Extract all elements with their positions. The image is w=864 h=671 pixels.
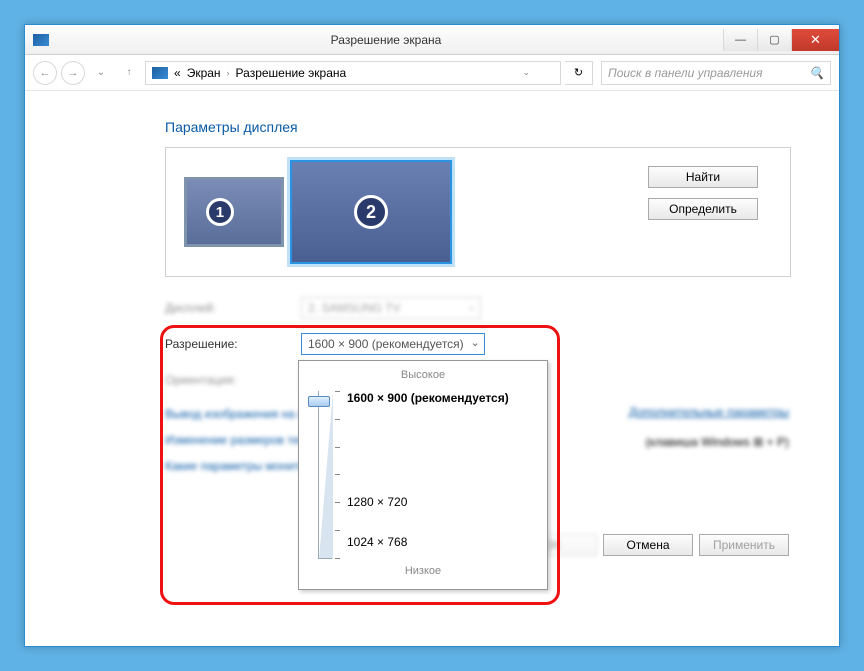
display-combo[interactable]: 2. SAMSUNG TV (301, 297, 481, 319)
maximize-button[interactable]: ▢ (757, 29, 791, 51)
resolution-option[interactable]: 1600 × 900 (рекомендуется) (347, 391, 509, 405)
apply-button[interactable]: Применить (699, 534, 789, 556)
breadcrumb-item[interactable]: Экран (187, 66, 221, 80)
resolution-option[interactable]: 1024 × 768 (347, 535, 407, 549)
display-diagram: 1 2 Найти Определить (165, 147, 791, 277)
resolution-combo[interactable]: 1600 × 900 (рекомендуется) (301, 333, 485, 355)
find-button[interactable]: Найти (648, 166, 758, 188)
resolution-row: Разрешение: 1600 × 900 (рекомендуется) (165, 333, 791, 355)
slider-thumb[interactable] (308, 396, 330, 407)
close-button[interactable]: ✕ (791, 29, 839, 51)
forward-button[interactable]: → (61, 61, 85, 85)
chevron-down-icon[interactable]: ⌄ (522, 67, 530, 78)
monitor-number: 2 (354, 195, 388, 229)
monitor-1[interactable]: 1 (184, 177, 284, 247)
breadcrumb-icon (152, 67, 168, 79)
advanced-settings-link[interactable]: Дополнительные параметры (629, 405, 789, 419)
titlebar[interactable]: Разрешение экрана — ▢ ✕ (25, 25, 839, 55)
orientation-label: Ориентация: (165, 373, 301, 387)
slider-low-label: Низкое (309, 565, 537, 577)
breadcrumb[interactable]: « Экран › Разрешение экрана ⌄ (145, 61, 561, 85)
win-p-hint: (клавиша Windows ⊞ + P) (645, 435, 789, 449)
search-icon: 🔍 (809, 66, 824, 80)
breadcrumb-item[interactable]: Разрешение экрана (236, 66, 347, 80)
history-dropdown-icon[interactable]: ⌄ (89, 61, 113, 85)
cancel-button[interactable]: Отмена (603, 534, 693, 556)
window-title: Разрешение экрана (49, 33, 723, 47)
slider-track-edge (318, 391, 332, 559)
breadcrumb-sep-icon: › (227, 68, 230, 78)
up-button[interactable]: ↑ (117, 61, 141, 85)
page-title: Параметры дисплея (165, 119, 791, 135)
refresh-button[interactable]: ↻ (565, 61, 593, 85)
minimize-button[interactable]: — (723, 29, 757, 51)
resolution-option[interactable]: 1280 × 720 (347, 495, 407, 509)
resolution-label: Разрешение: (165, 337, 301, 351)
dialog-buttons: OK Отмена Применить (507, 534, 789, 556)
back-button[interactable]: ← (33, 61, 57, 85)
window-frame: Разрешение экрана — ▢ ✕ ← → ⌄ ↑ « Экран … (24, 24, 840, 647)
slider-high-label: Высокое (309, 369, 537, 381)
search-input[interactable]: Поиск в панели управления 🔍 (601, 61, 831, 85)
app-icon (33, 34, 49, 46)
resolution-dropdown[interactable]: Высокое 1600 × 900 (рекомендуется) 1280 … (298, 360, 548, 590)
search-placeholder: Поиск в панели управления (608, 66, 763, 80)
breadcrumb-prefix: « (174, 66, 181, 80)
slider-value-labels: 1600 × 900 (рекомендуется) 1280 × 720 10… (347, 385, 537, 565)
nav-bar: ← → ⌄ ↑ « Экран › Разрешение экрана ⌄ ↻ … (25, 55, 839, 91)
monitor-2[interactable]: 2 (290, 160, 452, 264)
monitor-number: 1 (206, 198, 234, 226)
display-label: Дисплей: (165, 301, 301, 315)
slider-ticks (335, 391, 340, 559)
detect-button[interactable]: Определить (648, 198, 758, 220)
resolution-slider[interactable] (309, 391, 339, 561)
display-row: Дисплей: 2. SAMSUNG TV (165, 297, 791, 319)
